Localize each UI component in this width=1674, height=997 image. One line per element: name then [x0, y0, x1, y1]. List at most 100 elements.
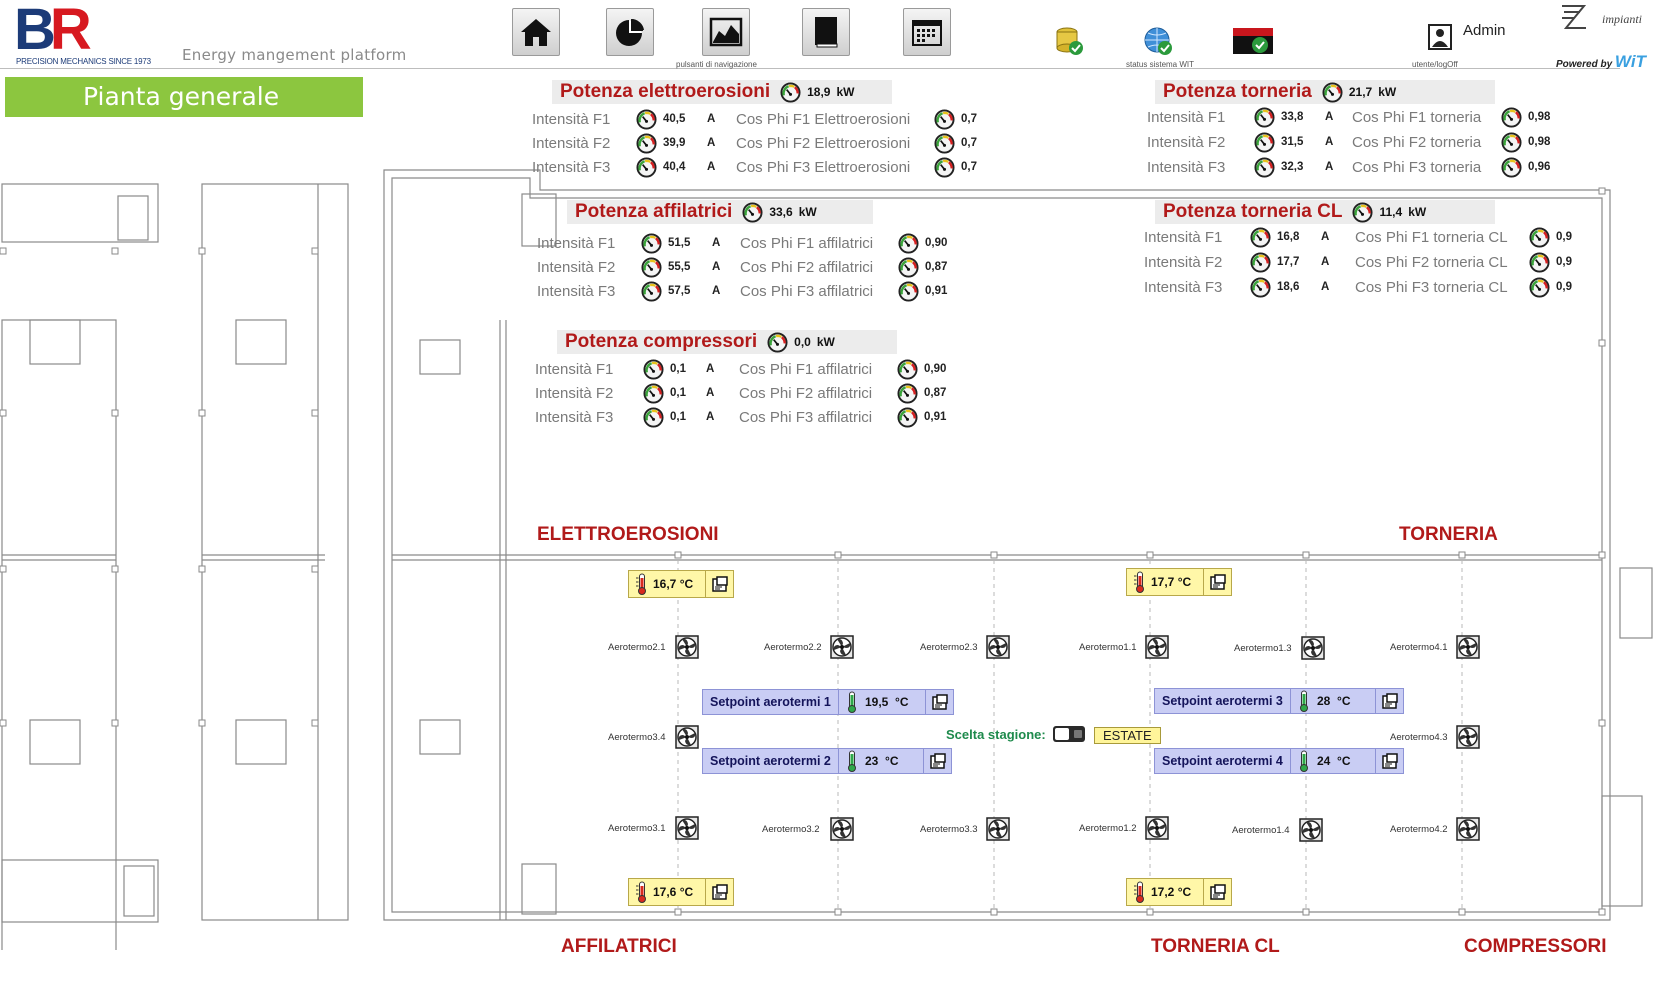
- fan-label-2-3: Aerotermo2.3: [920, 642, 978, 653]
- gauge-icon: [636, 157, 657, 178]
- settings-icon: [1209, 883, 1227, 901]
- fan-label-1-4: Aerotermo1.4: [1232, 825, 1290, 836]
- home-icon: [521, 19, 551, 46]
- gauge-icon: [1529, 277, 1550, 298]
- fan-icon[interactable]: [1456, 635, 1480, 659]
- temp-settings-button[interactable]: [705, 571, 733, 597]
- page-title: Pianta generale: [5, 77, 363, 117]
- dashboard-button[interactable]: [606, 8, 654, 56]
- gauge-icon: [898, 281, 919, 302]
- calendar-button[interactable]: [903, 8, 951, 56]
- row-elettroerosioni-f3: Intensità F3 40,4 A: [532, 157, 716, 178]
- gauge-icon: [1529, 227, 1550, 248]
- fan-icon[interactable]: [830, 635, 854, 659]
- row-elettroerosioni-cos-f2: Cos Phi F2 Elettroerosioni 0,7: [736, 133, 977, 154]
- setpoint-aerotermi-4: Setpoint aerotermi 4 24 °C: [1154, 748, 1404, 774]
- setpoint-settings-button[interactable]: [923, 749, 951, 773]
- thermometer-icon: [1133, 881, 1147, 903]
- fan-label-1-3: Aerotermo1.3: [1234, 643, 1292, 654]
- panel-affilatrici-title: Potenza affilatrici 33,6 kW: [567, 200, 873, 224]
- gauge-icon: [636, 109, 657, 130]
- fan-label-3-2: Aerotermo3.2: [762, 824, 820, 835]
- fan-icon[interactable]: [1299, 818, 1323, 842]
- row-torneria-cl-f2: Intensità F2 17,7 A: [1144, 252, 1330, 273]
- gauge-icon: [1529, 252, 1550, 273]
- gauge-icon: [897, 359, 918, 380]
- fan-label-4-1: Aerotermo4.1: [1390, 642, 1448, 653]
- fan-label-2-2: Aerotermo2.2: [764, 642, 822, 653]
- platform-name: Energy mangement platform: [182, 46, 407, 64]
- gauge-icon: [641, 233, 662, 254]
- gauge-icon: [643, 383, 664, 404]
- fan-icon[interactable]: [986, 817, 1010, 841]
- user-icon[interactable]: [1428, 24, 1452, 50]
- zone-torneria-cl: TORNERIA CL: [1151, 936, 1280, 957]
- row-affilatrici-f2: Intensità F2 55,5 A: [537, 258, 721, 276]
- thermometer-icon: [635, 881, 649, 903]
- status-caption: status sistema WIT: [1126, 60, 1195, 69]
- temp-settings-button[interactable]: [1203, 569, 1231, 595]
- row-compressori-cos-f3: Cos Phi F3 affilatrici 0,91: [739, 407, 947, 428]
- panel-elettroerosioni-title: Potenza elettroerosioni 18,9 kW: [552, 80, 892, 104]
- setpoint-aerotermi-3: Setpoint aerotermi 3 28 °C: [1154, 688, 1404, 714]
- user-caption[interactable]: utente/logOff: [1412, 60, 1458, 69]
- zone-torneria: TORNERIA: [1399, 524, 1498, 545]
- fan-icon[interactable]: [675, 635, 699, 659]
- setpoint-settings-button[interactable]: [1375, 749, 1403, 773]
- fan-icon[interactable]: [675, 725, 699, 749]
- wit-server-ok-icon[interactable]: [1232, 26, 1274, 56]
- reports-button[interactable]: [802, 8, 850, 56]
- settings-icon: [929, 752, 947, 770]
- fan-label-2-1: Aerotermo2.1: [608, 642, 666, 653]
- setpoint-aerotermi-2: Setpoint aerotermi 2 23 °C: [702, 748, 952, 774]
- season-toggle-switch[interactable]: [1052, 724, 1086, 744]
- charts-button[interactable]: [702, 8, 750, 56]
- gauge-icon: [934, 133, 955, 154]
- fan-icon[interactable]: [830, 817, 854, 841]
- season-value[interactable]: ESTATE: [1094, 727, 1161, 744]
- fan-icon[interactable]: [1145, 816, 1169, 840]
- temp-settings-button[interactable]: [1203, 879, 1231, 905]
- fan-label-1-1: Aerotermo1.1: [1079, 642, 1137, 653]
- settings-icon: [1381, 752, 1399, 770]
- row-compressori-f1: Intensità F1 0,1 A: [535, 360, 715, 378]
- temp-torneria: 17,7 °C: [1126, 568, 1232, 596]
- fan-label-3-1: Aerotermo3.1: [608, 823, 666, 834]
- fan-icon[interactable]: [986, 635, 1010, 659]
- temp-torneria-cl: 17,2 °C: [1126, 878, 1232, 906]
- row-torneria-cl-f1: Intensità F1 16,8 A: [1144, 228, 1330, 246]
- row-elettroerosioni-f1: Intensità F1 40,5 A: [532, 109, 716, 130]
- gauge-icon: [767, 332, 788, 353]
- gauge-icon: [898, 257, 919, 278]
- settings-icon: [1209, 573, 1227, 591]
- gauge-icon: [1250, 252, 1271, 273]
- logo-tagline: PRECISION MECHANICS SINCE 1973: [16, 57, 151, 66]
- zone-elettroerosioni: ELETTROEROSIONI: [537, 524, 719, 545]
- thermometer-icon: [635, 573, 649, 595]
- header-divider: [0, 68, 1620, 69]
- temp-settings-button[interactable]: [705, 879, 733, 905]
- fan-icon[interactable]: [675, 816, 699, 840]
- row-torneria-cl-cos-f1: Cos Phi F1 torneria CL 0,9: [1355, 227, 1572, 248]
- setpoint-settings-button[interactable]: [1375, 689, 1403, 713]
- home-button[interactable]: [512, 8, 560, 56]
- fan-icon[interactable]: [1456, 817, 1480, 841]
- fan-icon[interactable]: [1145, 635, 1169, 659]
- setpoint-settings-button[interactable]: [925, 690, 953, 714]
- row-torneria-cl-f3: Intensità F3 18,6 A: [1144, 278, 1330, 296]
- panel-torneria-title: Potenza torneria 21,7 kW: [1155, 80, 1495, 104]
- gauge-icon: [641, 281, 662, 302]
- gauge-icon: [898, 233, 919, 254]
- gauge-icon: [897, 407, 918, 428]
- gauge-icon: [1501, 157, 1522, 178]
- thermometer-icon: [845, 750, 859, 772]
- row-affilatrici-cos-f3: Cos Phi F3 affilatrici 0,91: [740, 281, 948, 302]
- zimpianti-logo: impianti: [1558, 2, 1668, 42]
- temp-elettroerosioni: 16,7 °C: [628, 570, 734, 598]
- globe-network-icon[interactable]: [1143, 26, 1173, 56]
- fan-icon[interactable]: [1456, 725, 1480, 749]
- fan-icon[interactable]: [1301, 636, 1325, 660]
- row-compressori-cos-f1: Cos Phi F1 affilatrici 0,90: [739, 359, 947, 380]
- database-ok-icon[interactable]: [1054, 26, 1084, 56]
- user-name[interactable]: Admin: [1463, 22, 1506, 39]
